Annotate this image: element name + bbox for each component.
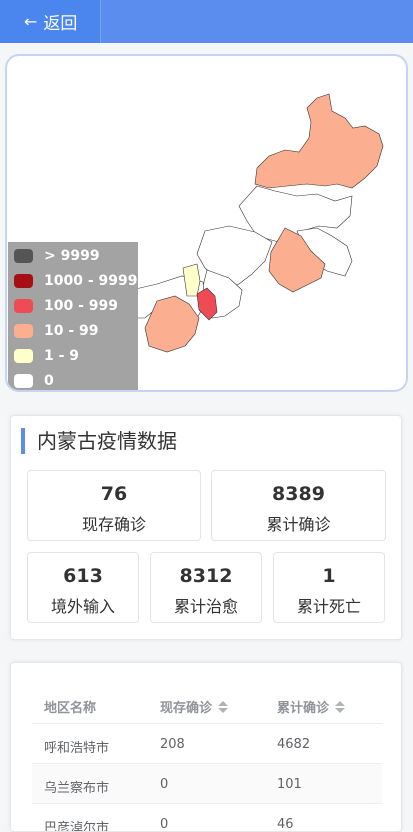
legend-swatch	[14, 299, 33, 313]
stat-cured: 8312 累计治愈	[150, 552, 262, 623]
column-header-total[interactable]: 累计确诊	[277, 697, 346, 716]
arrow-left-icon: ←	[24, 12, 38, 31]
legend-item[interactable]: 1000 - 9999	[14, 271, 138, 291]
stat-imported: 613 境外输入	[27, 552, 139, 623]
stat-current-confirmed: 76 现存确诊	[27, 470, 201, 541]
legend-swatch	[14, 349, 33, 363]
legend-item[interactable]: > 9999	[14, 246, 100, 266]
table-row[interactable]: 乌兰察布市 0 101	[32, 764, 382, 804]
table-row[interactable]: 巴彦淖尔市 0 46	[32, 804, 382, 832]
stat-label: 累计确诊	[266, 515, 331, 534]
legend-label: 10 - 99	[44, 323, 99, 339]
cell-total: 4682	[277, 737, 311, 752]
column-header-label: 累计确诊	[277, 701, 330, 716]
map-legend: > 9999 1000 - 9999 100 - 999 10 - 99 1 -…	[8, 242, 138, 390]
legend-label: 1000 - 9999	[44, 273, 138, 289]
cell-total: 46	[277, 817, 294, 832]
cell-region: 乌兰察布市	[44, 781, 110, 796]
stat-value: 613	[63, 565, 103, 587]
stat-label: 境外输入	[50, 597, 115, 616]
column-header-label: 地区名称	[44, 701, 97, 716]
stat-total-confirmed: 8389 累计确诊	[211, 470, 386, 541]
column-header-current[interactable]: 现存确诊	[160, 697, 229, 716]
stat-value: 8312	[179, 565, 233, 587]
stats-title: 内蒙古疫情数据	[21, 428, 177, 454]
legend-swatch	[14, 274, 33, 288]
table-header: 地区名称 现存确诊 累计确诊	[32, 685, 382, 724]
legend-swatch	[14, 374, 33, 388]
cell-region: 巴彦淖尔市	[44, 821, 110, 832]
back-label: 返回	[43, 14, 78, 34]
map-region-hulunbuir[interactable]	[254, 93, 384, 189]
stat-deaths: 1 累计死亡	[273, 552, 385, 623]
legend-label: 0	[44, 373, 54, 389]
legend-item[interactable]: 100 - 999	[14, 296, 118, 316]
sort-caret-icon[interactable]	[218, 700, 229, 713]
stat-label: 累计治愈	[173, 597, 238, 616]
legend-label: 100 - 999	[44, 298, 119, 314]
legend-label: 1 - 9	[44, 348, 80, 364]
legend-item[interactable]: 10 - 99	[14, 321, 99, 341]
legend-swatch	[14, 249, 33, 263]
map-panel: > 9999 1000 - 9999 100 - 999 10 - 99 1 -…	[5, 54, 408, 392]
stat-value: 8389	[272, 483, 325, 505]
table-row[interactable]: 呼和浩特市 208 4682	[32, 724, 382, 764]
stat-label: 累计死亡	[296, 597, 361, 616]
cell-region: 呼和浩特市	[44, 741, 110, 756]
stat-label: 现存确诊	[81, 515, 146, 534]
sort-caret-icon[interactable]	[335, 700, 346, 713]
stats-card: 内蒙古疫情数据 76 现存确诊 8389 累计确诊 613 境外输入 8312 …	[10, 415, 402, 640]
legend-item[interactable]: 1 - 9	[14, 346, 79, 366]
column-header-label: 现存确诊	[160, 701, 213, 716]
top-bar: ← 返回	[0, 0, 413, 43]
cell-total: 101	[277, 777, 302, 792]
stat-value: 1	[322, 565, 336, 587]
legend-label: > 9999	[44, 248, 100, 264]
legend-item[interactable]: 0	[14, 371, 54, 390]
stat-value: 76	[100, 483, 128, 505]
legend-swatch	[14, 324, 33, 338]
cell-current: 0	[160, 777, 169, 792]
back-button[interactable]: ← 返回	[0, 0, 101, 43]
column-header-region: 地区名称	[44, 697, 96, 716]
region-table: 地区名称 现存确诊 累计确诊 呼和浩特市 208 4682 乌兰察布市 0 10…	[10, 662, 402, 832]
cell-current: 208	[160, 737, 185, 752]
cell-current: 0	[160, 817, 169, 832]
